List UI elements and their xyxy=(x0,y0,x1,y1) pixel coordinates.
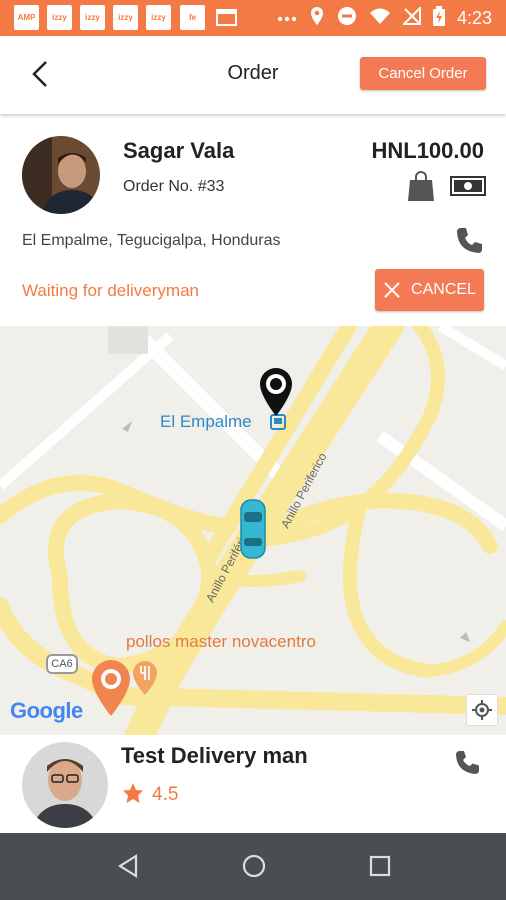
app-bar: Order Cancel Order xyxy=(0,36,506,114)
order-status: Waiting for deliveryman xyxy=(22,281,199,300)
circle-home-icon xyxy=(242,854,266,878)
close-icon xyxy=(384,282,400,298)
star-icon xyxy=(121,781,145,810)
restaurant-pin-icon xyxy=(90,658,132,723)
driver-avatar xyxy=(22,742,108,828)
wifi-icon xyxy=(369,7,391,30)
status-app-icon: izzy xyxy=(80,5,105,30)
google-logo: Google xyxy=(10,698,83,723)
restaurant-icon xyxy=(132,660,158,701)
delivery-address: El Empalme, Tegucigalpa, Honduras xyxy=(22,232,281,249)
driver-card: Test Delivery man 4.5 xyxy=(0,735,506,833)
nav-home-button[interactable] xyxy=(241,853,267,884)
place-label: El Empalme xyxy=(160,412,252,431)
cancel-button[interactable]: CANCEL xyxy=(375,269,484,311)
battery-icon xyxy=(432,5,445,31)
map-pin-icon xyxy=(256,366,296,423)
shopping-bag-icon xyxy=(407,170,435,207)
location-icon xyxy=(309,6,325,31)
customer-name: Sagar Vala xyxy=(123,138,235,163)
driver-rating: 4.5 xyxy=(152,784,179,805)
phone-icon xyxy=(457,228,482,253)
status-time: 4:23 xyxy=(456,7,492,28)
my-location-button[interactable] xyxy=(466,694,498,726)
highway-shield: CA6 xyxy=(46,654,78,674)
call-driver-button[interactable] xyxy=(454,749,480,780)
cancel-order-button[interactable]: Cancel Order xyxy=(360,57,486,90)
status-bar: AMP izzy izzy izzy izzy fe 4:23 xyxy=(0,0,506,36)
phone-icon xyxy=(456,751,479,774)
status-app-icon: fe xyxy=(180,5,205,30)
square-recents-icon xyxy=(369,855,391,877)
triangle-back-icon xyxy=(117,854,138,878)
do-not-disturb-icon xyxy=(337,6,357,31)
nav-recents-button[interactable] xyxy=(368,853,392,884)
status-app-icon: izzy xyxy=(146,5,171,30)
status-app-icon: izzy xyxy=(113,5,138,30)
more-icon xyxy=(277,9,297,27)
order-card: Sagar Vala Order No. #33 HNL100.00 El Em… xyxy=(0,114,506,326)
order-price: HNL100.00 xyxy=(371,138,484,163)
signal-icon xyxy=(401,5,421,30)
cancel-button-label: CANCEL xyxy=(411,281,476,298)
cash-icon xyxy=(450,176,486,201)
car-icon xyxy=(238,498,268,565)
status-app-icon: izzy xyxy=(47,5,72,30)
my-location-icon xyxy=(472,700,492,720)
driver-name: Test Delivery man xyxy=(121,743,308,768)
order-number: Order No. #33 xyxy=(123,178,225,195)
browser-icon xyxy=(214,5,239,30)
status-app-icon: AMP xyxy=(14,5,39,30)
call-customer-button[interactable] xyxy=(455,226,483,259)
google-attribution: Google xyxy=(10,698,83,724)
customer-avatar xyxy=(22,136,100,214)
map-view[interactable]: El Empalme Anillo Periferico Anillo Peri… xyxy=(0,326,506,735)
restaurant-label: pollos master novacentro xyxy=(126,632,316,651)
system-nav-bar xyxy=(0,833,506,900)
nav-back-button[interactable] xyxy=(116,853,140,884)
